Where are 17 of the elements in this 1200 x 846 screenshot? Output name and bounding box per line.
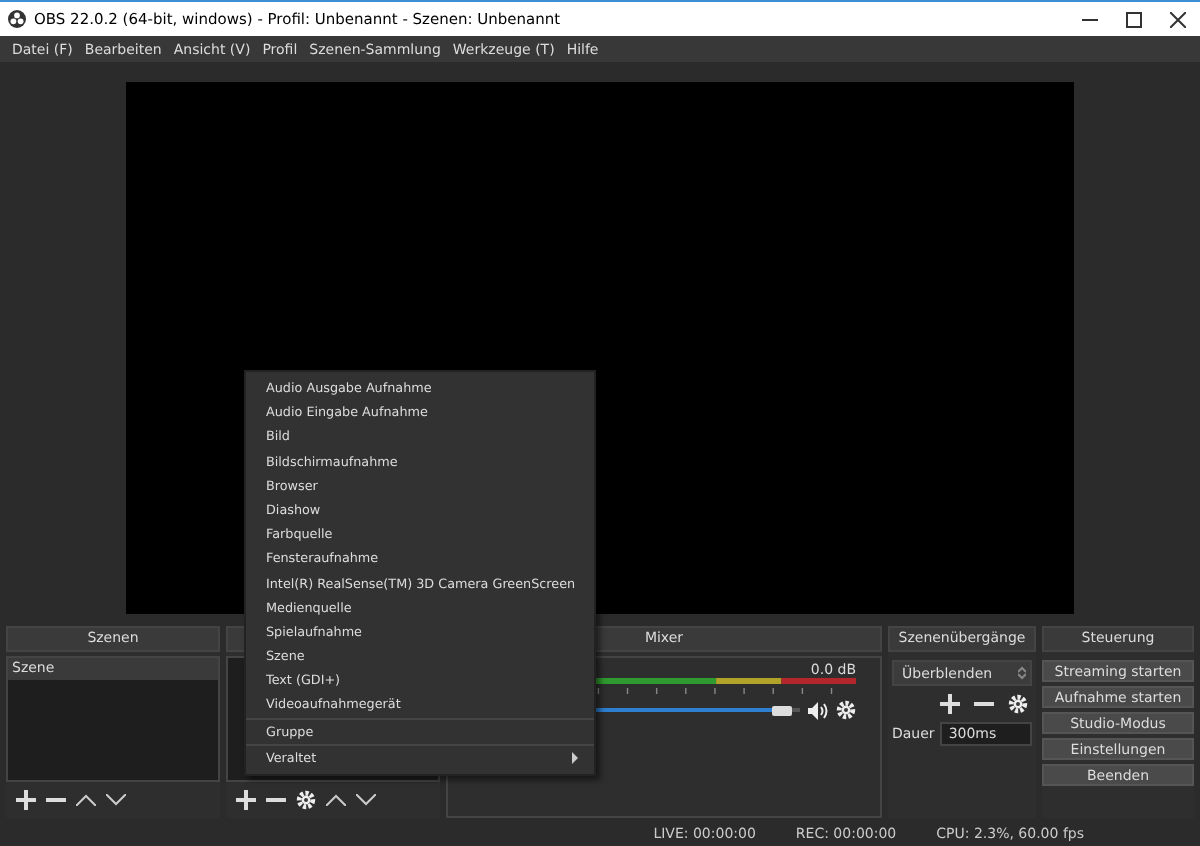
down-icon[interactable] xyxy=(356,794,376,806)
settings-icon[interactable] xyxy=(836,700,856,720)
app-logo-icon xyxy=(8,10,26,28)
submenu-arrow-icon xyxy=(572,751,578,764)
slider-thumb[interactable] xyxy=(772,705,793,715)
speaker-icon[interactable] xyxy=(808,701,828,719)
up-icon[interactable] xyxy=(326,794,346,806)
maximize-icon[interactable] xyxy=(1126,11,1142,27)
up-icon[interactable] xyxy=(76,794,96,806)
spinner-arrows-icon xyxy=(1018,666,1026,680)
down-icon[interactable] xyxy=(106,794,126,806)
settings-icon[interactable] xyxy=(296,790,316,810)
plus-icon[interactable] xyxy=(236,790,256,810)
settings-icon[interactable] xyxy=(1008,694,1028,714)
plus-icon[interactable] xyxy=(16,790,36,810)
plus-icon[interactable] xyxy=(940,694,960,714)
close-icon[interactable] xyxy=(1170,11,1186,27)
